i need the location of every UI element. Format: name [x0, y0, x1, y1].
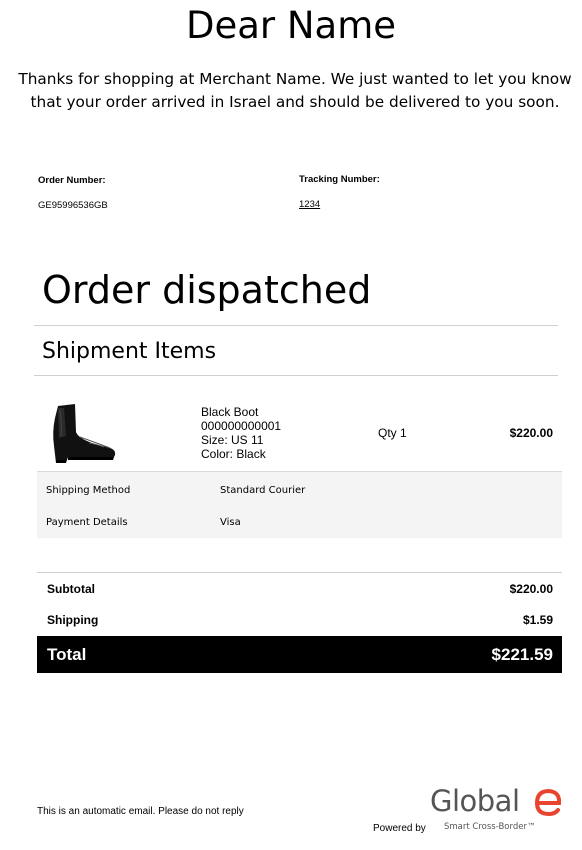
tracking-number-link[interactable]: 1234 — [299, 199, 320, 210]
item-size: Size: US 11 — [201, 433, 264, 447]
total-label: Total — [47, 645, 87, 664]
global-e-logo[interactable]: Global Smart Cross-Border™ — [430, 784, 564, 836]
intro-paragraph: Thanks for shopping at Merchant Name. We… — [18, 70, 572, 111]
subtotal-label: Subtotal — [47, 582, 95, 596]
greeting-heading: Dear Name — [185, 4, 397, 47]
shipping-method-row: Shipping Method Standard Courier — [37, 481, 562, 501]
logo-e-icon — [534, 788, 562, 817]
tracking-number-label: Tracking Number: — [299, 174, 380, 185]
shipment-items-heading: Shipment Items — [42, 339, 217, 364]
order-number-label: Order Number: — [38, 175, 106, 186]
total-bar: Total $221.59 — [37, 636, 562, 673]
item-quantity: Qty 1 — [378, 426, 407, 440]
subtotal-value: $220.00 — [509, 582, 553, 596]
divider — [34, 375, 558, 376]
logo-tagline: Smart Cross-Border™ — [444, 822, 536, 832]
logo-wordmark: Global — [430, 784, 520, 818]
shipping-method-label: Shipping Method — [46, 485, 131, 496]
item-price: $220.00 — [509, 426, 553, 440]
shipping-value: $1.59 — [522, 613, 553, 627]
divider — [34, 325, 558, 326]
item-sku: 000000000001 — [201, 419, 282, 433]
powered-by-label: Powered by — [373, 823, 426, 834]
automatic-email-note: This is an automatic email. Please do no… — [37, 806, 244, 817]
item-name: Black Boot — [201, 405, 259, 419]
shipping-method-value: Standard Courier — [220, 485, 306, 496]
shipping-label: Shipping — [47, 613, 99, 627]
shipping-payment-panel: Shipping Method Standard Courier Payment… — [37, 471, 562, 538]
item-details: Black Boot 000000000001 Size: US 11 Colo… — [201, 405, 281, 461]
payment-details-value: Visa — [220, 517, 241, 528]
divider — [37, 572, 562, 573]
payment-details-row: Payment Details Visa — [37, 513, 562, 533]
item-color: Color: Black — [201, 447, 266, 461]
order-status-heading: Order dispatched — [42, 268, 372, 312]
black-chelsea-boot-icon — [44, 402, 118, 464]
total-value: $221.59 — [491, 645, 553, 664]
order-number-value: GE95996536GB — [38, 200, 108, 211]
payment-details-label: Payment Details — [46, 517, 128, 528]
